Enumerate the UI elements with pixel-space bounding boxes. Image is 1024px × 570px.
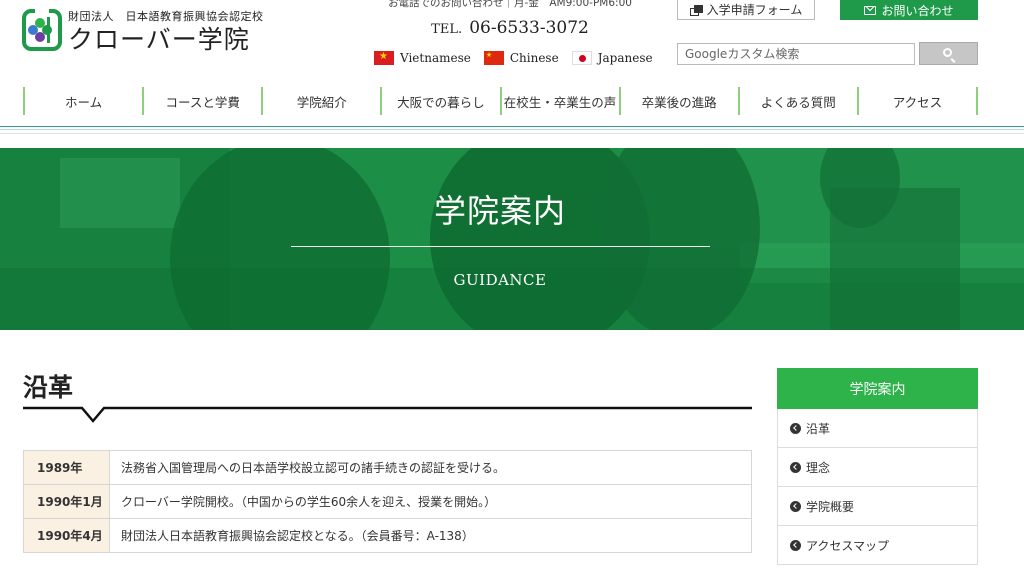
- nav-item-careers[interactable]: 卒業後の進路: [621, 87, 740, 115]
- hero-banner: 学院案内 GUIDANCE: [0, 148, 1024, 330]
- hero-subtitle: GUIDANCE: [453, 271, 547, 289]
- nav-item-faq[interactable]: よくある質問: [740, 87, 859, 115]
- circle-arrow-icon: [790, 461, 801, 473]
- sidebar-heading: 学院案内: [777, 368, 978, 409]
- global-nav: ホーム コースと学費 学院紹介 大阪での暮らし 在校生・卒業生の声 卒業後の進路…: [23, 87, 978, 115]
- clover-logo-icon: [22, 9, 62, 51]
- sidebar-nav: 学院案内 沿革 理念 学院概要 アクセスマップ: [777, 368, 978, 565]
- history-table: 1989年 法務省入国管理局への日本語学校設立認可の諸手続きの認証を受ける。 1…: [23, 450, 752, 553]
- site-logo[interactable]: 財団法人 日本語教育振興協会認定校 クローバー学院: [22, 9, 264, 55]
- logo-subtitle: 財団法人 日本語教育振興協会認定校: [68, 10, 264, 23]
- new-window-icon: [689, 4, 703, 16]
- sidebar-item-label: 理念: [806, 460, 831, 475]
- contact-info: お電話でのお問い合わせ｜月-金 AM9:00-PM6:00 TEL. 06-65…: [375, 0, 645, 38]
- mail-icon: [864, 5, 877, 15]
- search-button[interactable]: [919, 42, 978, 65]
- search-icon: [943, 48, 952, 57]
- lang-vietnamese[interactable]: Vietnamese: [374, 50, 471, 65]
- sidebar-item-label: 学院概要: [806, 499, 855, 514]
- nav-item-life-in-osaka[interactable]: 大阪での暮らし: [382, 87, 502, 115]
- sidebar-item-overview[interactable]: 学院概要: [777, 487, 978, 526]
- lang-label: Vietnamese: [400, 51, 471, 65]
- logo-name: クローバー学院: [68, 25, 250, 54]
- sidebar-item-label: アクセスマップ: [806, 538, 890, 553]
- phone-number[interactable]: TEL. 06-6533-3072: [375, 18, 645, 38]
- circle-arrow-icon: [790, 422, 801, 434]
- nav-item-access[interactable]: アクセス: [859, 87, 978, 115]
- contact-hours: お電話でのお問い合わせ｜月-金 AM9:00-PM6:00: [388, 0, 632, 9]
- nav-item-voices[interactable]: 在校生・卒業生の声: [502, 87, 621, 115]
- tel-label: TEL.: [431, 22, 463, 37]
- contact-button-label: お問い合わせ: [881, 3, 954, 18]
- table-row: 1990年1月 クローバー学院開校。（中国からの学生60余人を迎え、授業を開始。…: [23, 484, 752, 519]
- site-header: 財団法人 日本語教育振興協会認定校 クローバー学院 お電話でのお問い合わせ｜月-…: [0, 0, 1024, 86]
- title-underline: [23, 406, 752, 423]
- contact-button[interactable]: お問い合わせ: [840, 0, 978, 20]
- history-year: 1989年: [23, 450, 110, 485]
- tel-number: 06-6533-3072: [469, 18, 589, 38]
- language-switcher: Vietnamese Chinese Japanese: [374, 48, 666, 65]
- lang-label: Chinese: [509, 51, 559, 65]
- lang-chinese[interactable]: Chinese: [483, 48, 559, 65]
- nav-item-about[interactable]: 学院紹介: [263, 87, 383, 115]
- circle-arrow-icon: [790, 539, 801, 551]
- nav-item-home[interactable]: ホーム: [25, 87, 145, 115]
- sidebar-item-access-map[interactable]: アクセスマップ: [777, 526, 978, 565]
- table-row: 1989年 法務省入国管理局への日本語学校設立認可の諸手続きの認証を受ける。: [23, 450, 752, 485]
- history-text: クローバー学院開校。（中国からの学生60余人を迎え、授業を開始。）: [109, 484, 752, 519]
- vietnam-flag-icon: [374, 50, 394, 65]
- circle-arrow-icon: [790, 500, 801, 512]
- history-text: 法務省入国管理局への日本語学校設立認可の諸手続きの認証を受ける。: [109, 450, 752, 485]
- nav-divider: [0, 126, 1024, 134]
- hero-title: 学院案内: [433, 192, 566, 230]
- search-input[interactable]: [677, 43, 915, 65]
- lang-japanese[interactable]: Japanese: [571, 51, 653, 65]
- sidebar-item-philosophy[interactable]: 理念: [777, 448, 978, 487]
- history-text: 財団法人日本語教育振興協会認定校となる。（会員番号：A-138）: [109, 518, 752, 553]
- hero-background-image: [0, 148, 1024, 330]
- lang-label: Japanese: [597, 51, 653, 65]
- history-year: 1990年1月: [23, 484, 110, 519]
- history-year: 1990年4月: [23, 518, 110, 553]
- table-row: 1990年4月 財団法人日本語教育振興協会認定校となる。（会員番号：A-138）: [23, 518, 752, 553]
- application-form-button[interactable]: 入学申請フォーム: [677, 0, 815, 20]
- nav-item-courses[interactable]: コースと学費: [144, 87, 264, 115]
- japan-flag-icon: [571, 51, 592, 65]
- china-flag-icon: [483, 48, 504, 65]
- application-form-label: 入学申請フォーム: [706, 3, 803, 17]
- hero-divider: [291, 246, 710, 247]
- sidebar-item-history[interactable]: 沿革: [777, 409, 978, 448]
- sidebar-item-label: 沿革: [806, 421, 831, 436]
- section-title: 沿革: [23, 373, 74, 402]
